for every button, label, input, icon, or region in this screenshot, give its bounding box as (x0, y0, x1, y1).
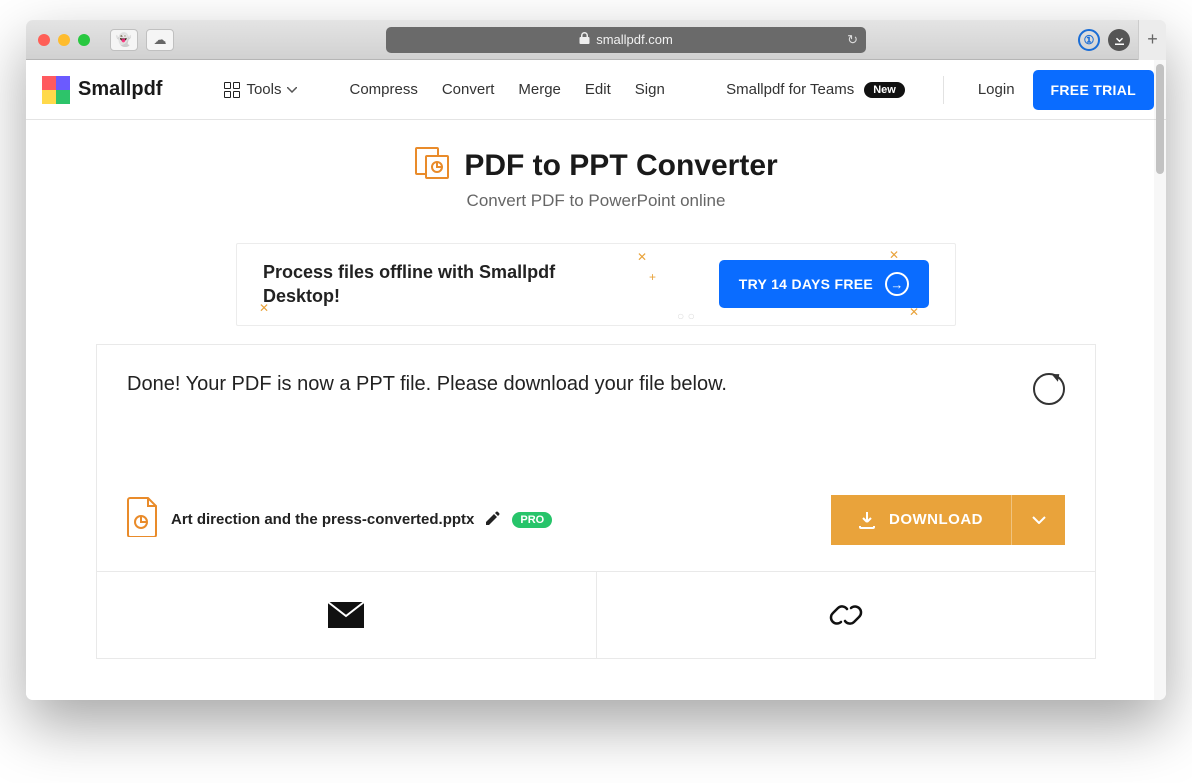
promo-text: Process files offline with Smallpdf Desk… (263, 260, 593, 309)
page-title: PDF to PPT Converter (464, 149, 777, 183)
download-icon (859, 511, 875, 529)
chevron-down-icon (287, 87, 297, 93)
result-message: Done! Your PDF is now a PPT file. Please… (127, 373, 727, 396)
browser-titlebar: 👻 ☁ smallpdf.com ↻ ① + (26, 20, 1166, 60)
logo-icon (42, 76, 70, 104)
promo-banner: ✕ ✕ + ✕ ✕ ○ ○ Process files offline with… (236, 243, 956, 326)
edit-filename-icon[interactable] (486, 511, 500, 528)
nav-merge[interactable]: Merge (506, 81, 573, 98)
restart-icon[interactable] (1033, 373, 1065, 405)
try-free-button[interactable]: TRY 14 DAYS FREE → (719, 260, 929, 308)
link-icon (827, 600, 865, 630)
page-subtitle: Convert PDF to PowerPoint online (26, 191, 1166, 211)
scrollbar-thumb[interactable] (1156, 64, 1164, 174)
nav-divider (943, 76, 944, 104)
address-bar[interactable]: smallpdf.com ↻ (386, 27, 866, 53)
icloud-icon[interactable]: ☁ (146, 29, 174, 51)
nav-convert[interactable]: Convert (430, 81, 507, 98)
nav-sign[interactable]: Sign (623, 81, 677, 98)
grid-icon (224, 82, 240, 98)
brand-logo[interactable]: Smallpdf (42, 76, 162, 104)
nav-login[interactable]: Login (970, 81, 1023, 98)
arrow-right-icon: → (885, 272, 909, 296)
chevron-down-icon (1032, 516, 1046, 524)
lock-icon (579, 32, 590, 47)
new-badge: New (864, 82, 905, 98)
downloads-icon[interactable] (1108, 29, 1130, 51)
nav-tools[interactable]: Tools (212, 81, 309, 98)
file-ppt-icon (127, 497, 159, 542)
brand-text: Smallpdf (78, 78, 162, 101)
close-window[interactable] (38, 34, 50, 46)
download-button[interactable]: DOWNLOAD (831, 495, 1011, 545)
nav-teams[interactable]: Smallpdf for Teams New (714, 81, 917, 98)
scrollbar-track[interactable] (1154, 60, 1166, 700)
onepassword-icon[interactable]: ① (1078, 29, 1100, 51)
mail-icon (327, 601, 365, 629)
share-link-button[interactable] (597, 572, 1096, 658)
try-free-label: TRY 14 DAYS FREE (739, 276, 873, 292)
maximize-window[interactable] (78, 34, 90, 46)
nav-edit[interactable]: Edit (573, 81, 623, 98)
page-heading: PDF to PPT Converter Convert PDF to Powe… (26, 120, 1166, 221)
url-host: smallpdf.com (596, 32, 673, 47)
nav-compress[interactable]: Compress (337, 81, 429, 98)
ghostery-icon[interactable]: 👻 (110, 29, 138, 51)
result-card: Done! Your PDF is now a PPT file. Please… (96, 344, 1096, 659)
ppt-converter-icon (414, 146, 452, 185)
pro-badge: PRO (512, 512, 552, 528)
share-email-button[interactable] (97, 572, 597, 658)
result-filename: Art direction and the press-converted.pp… (171, 511, 474, 528)
minimize-window[interactable] (58, 34, 70, 46)
new-tab-button[interactable]: + (1138, 20, 1166, 60)
nav-tools-label: Tools (246, 81, 281, 98)
free-trial-button[interactable]: FREE TRIAL (1033, 70, 1154, 110)
traffic-lights (38, 34, 90, 46)
reload-icon[interactable]: ↻ (847, 32, 858, 48)
site-nav: Smallpdf Tools Compress Convert Merge Ed… (26, 60, 1166, 120)
download-options-button[interactable] (1011, 495, 1065, 545)
nav-teams-label: Smallpdf for Teams (726, 81, 854, 98)
download-label: DOWNLOAD (889, 511, 983, 528)
